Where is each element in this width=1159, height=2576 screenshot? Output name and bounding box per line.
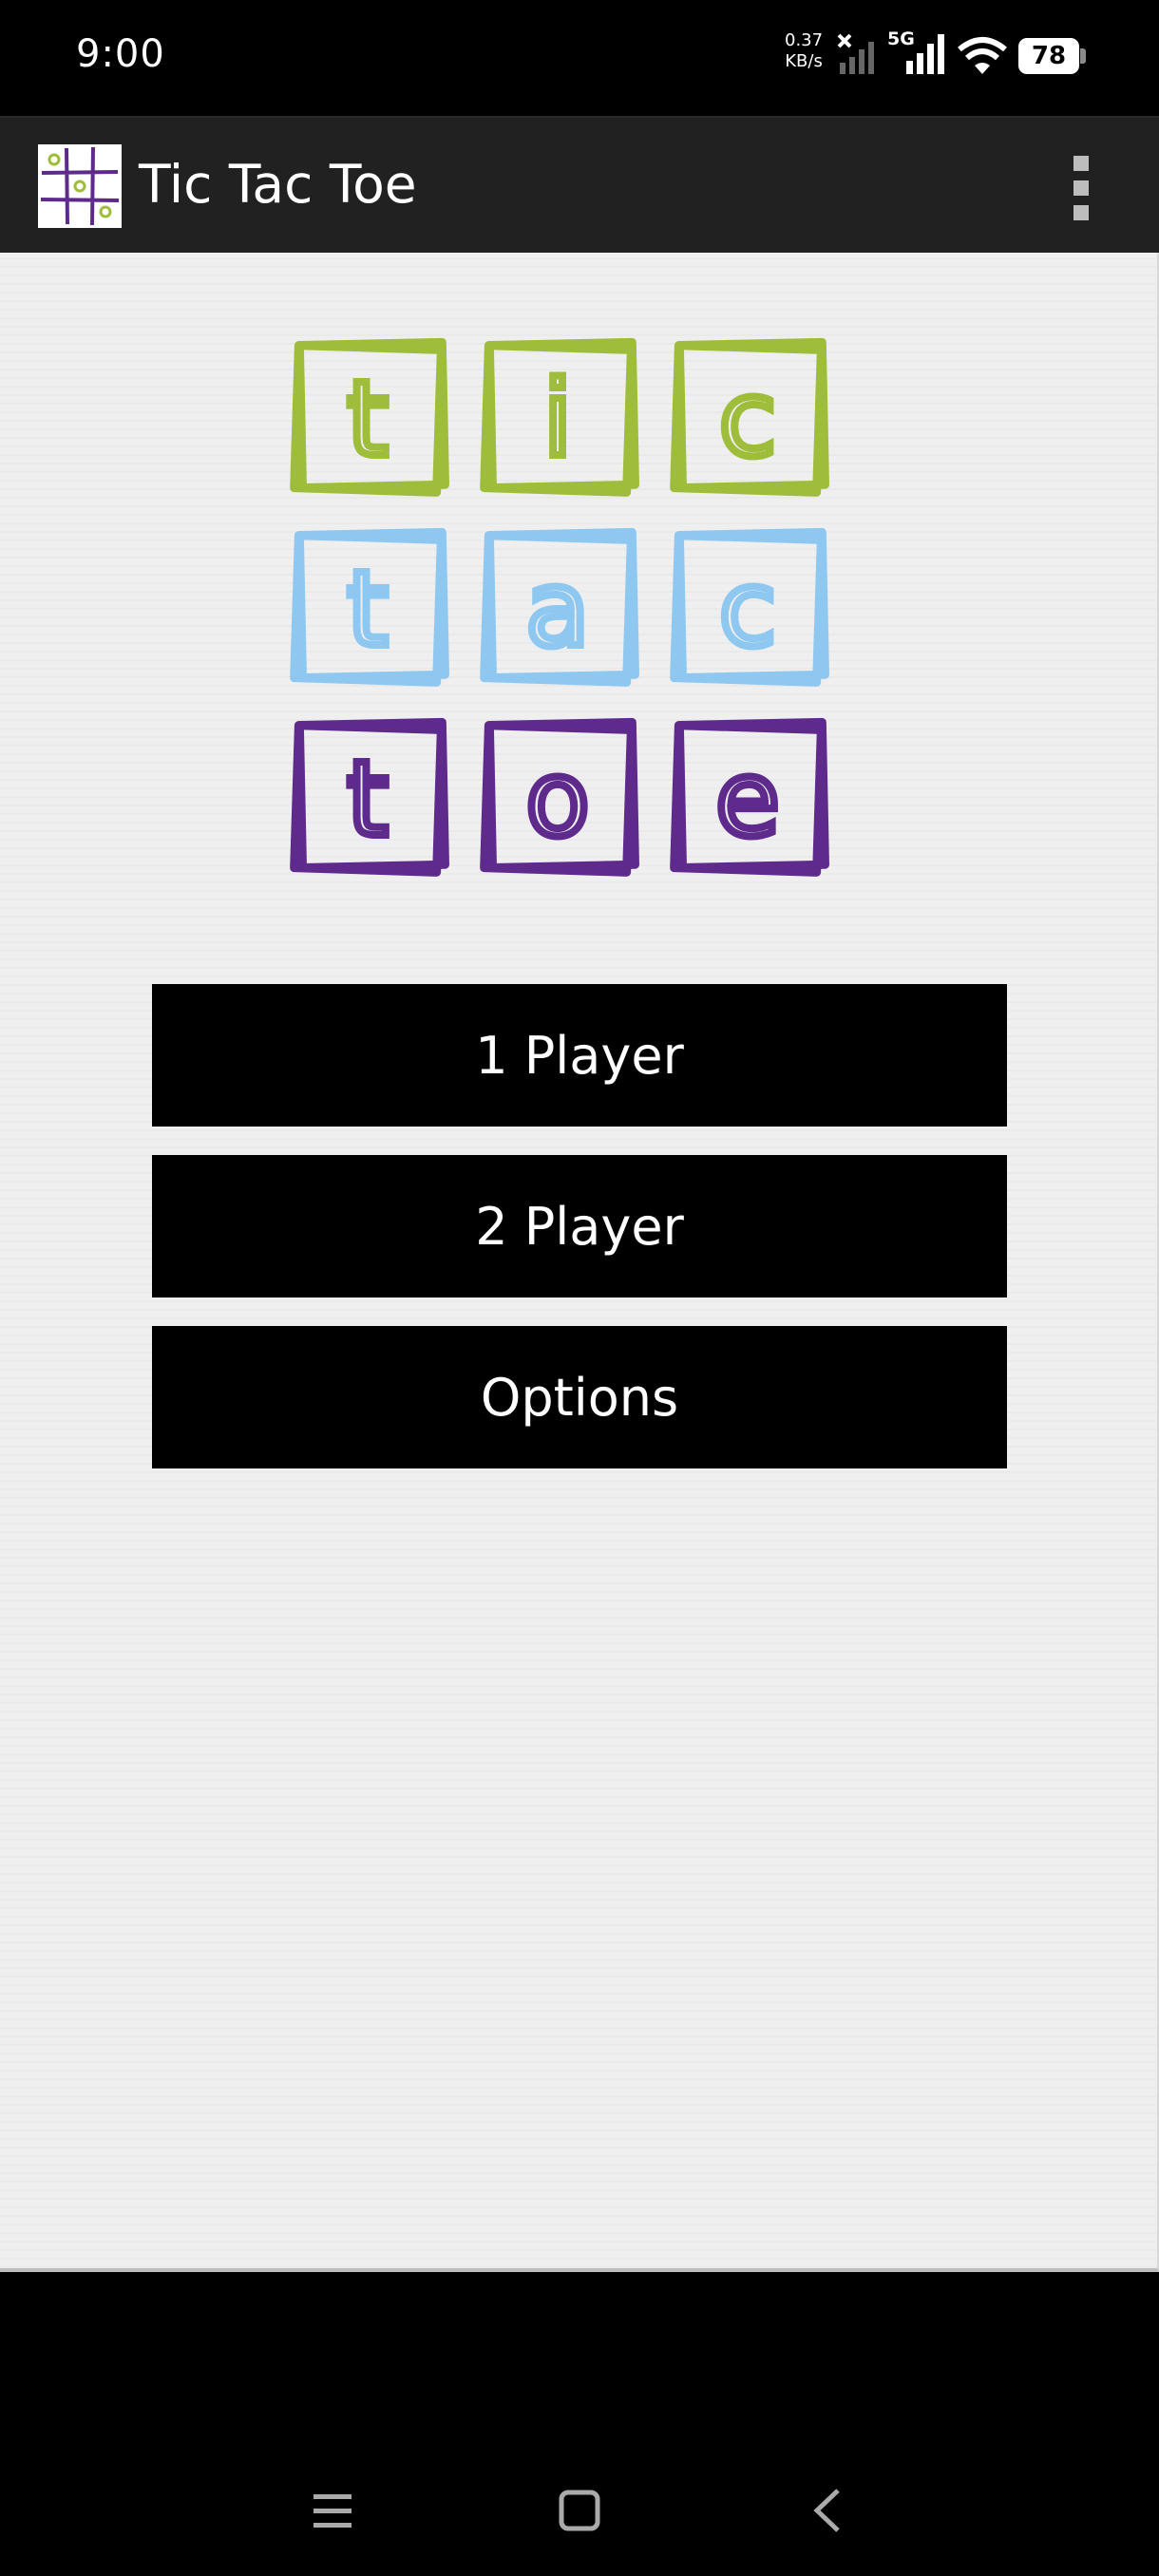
tic-tac-toe-logo: t i c t a c t o e <box>290 337 829 877</box>
logo-letter: o <box>525 738 589 860</box>
status-time: 9:00 <box>76 32 165 76</box>
app-title: Tic Tac Toe <box>139 154 417 215</box>
logo-letter: t <box>347 548 388 670</box>
wifi-icon <box>958 36 1007 76</box>
logo-letter: t <box>347 358 388 480</box>
logo-letter: e <box>715 738 780 860</box>
navigation-bar <box>0 2272 1159 2576</box>
network-type-label: 5G <box>887 28 915 49</box>
network-speed-unit: KB/s <box>785 51 823 71</box>
logo-letter: c <box>719 358 776 480</box>
logo-letter: c <box>719 548 776 670</box>
two-player-button[interactable]: 2 Player <box>152 1155 1007 1297</box>
status-bar: 9:00 0.37 KB/s 5G 78 <box>0 0 1159 116</box>
logo-letter: i <box>543 358 573 480</box>
app-bar: Tic Tac Toe <box>0 116 1159 255</box>
logo-tile-c: c <box>670 527 829 687</box>
tic-tac-toe-app-icon <box>38 144 122 228</box>
main-content: t i c t a c t o e 1 Player 2 Player Options <box>0 253 1159 2272</box>
logo-tile-i: i <box>480 337 639 497</box>
logo-letter: t <box>347 738 388 860</box>
battery-icon: 78 <box>1018 38 1087 76</box>
logo-tile-a: a <box>480 527 639 687</box>
overflow-menu-icon[interactable] <box>1062 156 1100 220</box>
recents-icon[interactable] <box>310 2491 355 2532</box>
back-icon[interactable] <box>808 2487 846 2534</box>
logo-tile-t: t <box>290 717 449 877</box>
one-player-button[interactable]: 1 Player <box>152 984 1007 1127</box>
logo-tile-e: e <box>670 717 829 877</box>
logo-tile-t: t <box>290 337 449 497</box>
no-signal-sim1-icon <box>836 32 884 76</box>
home-icon[interactable] <box>559 2489 600 2532</box>
logo-letter: a <box>525 548 589 670</box>
logo-tile-o: o <box>480 717 639 877</box>
network-speed: 0.37 KB/s <box>785 30 823 72</box>
battery-level: 78 <box>1018 38 1079 74</box>
network-speed-value: 0.37 <box>785 30 824 50</box>
signal-5g-icon: 5G <box>887 28 952 76</box>
options-button[interactable]: Options <box>152 1326 1007 1468</box>
logo-tile-t: t <box>290 527 449 687</box>
logo-tile-c: c <box>670 337 829 497</box>
